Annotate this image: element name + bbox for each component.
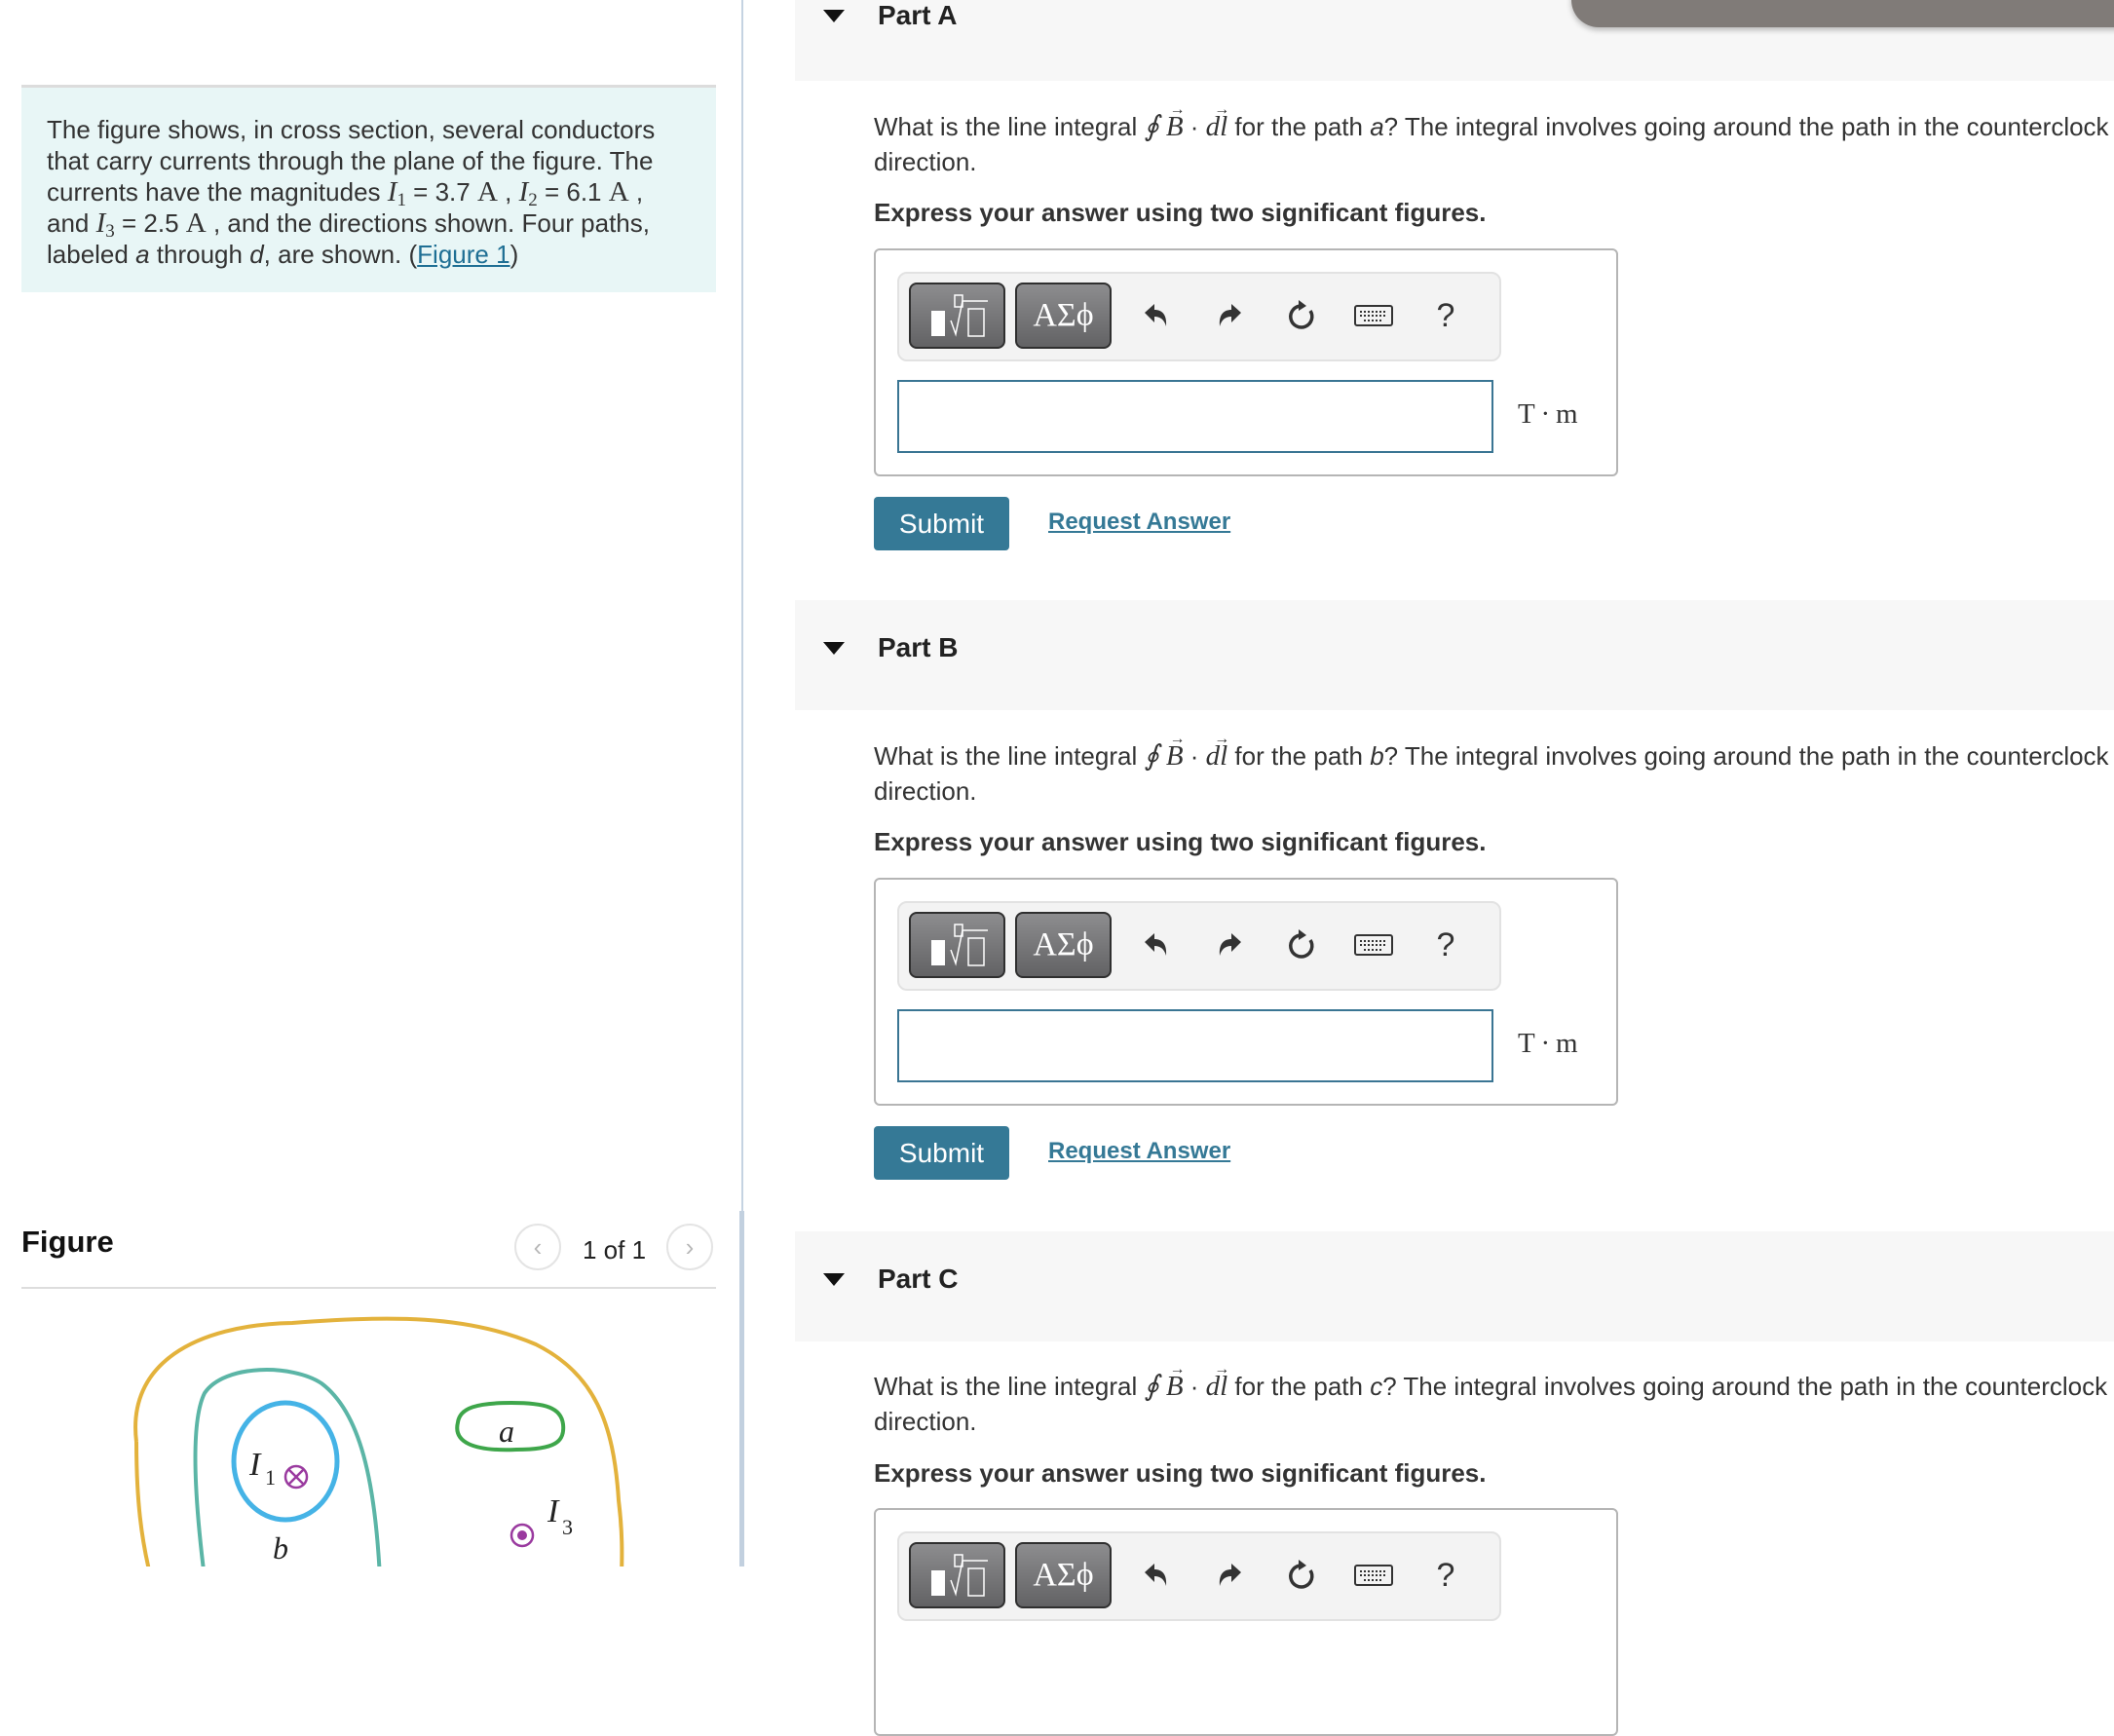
intro-line: The figure shows, in cross section, seve… (47, 115, 656, 144)
part-c-instruction: Express your answer using two significan… (874, 1458, 1487, 1488)
redo-icon[interactable] (1208, 1553, 1253, 1598)
problem-intro-box: The figure shows, in cross section, seve… (21, 85, 716, 292)
part-a-question-line2: direction. (874, 147, 977, 176)
label-I1: I (248, 1447, 262, 1483)
chevron-right-icon: › (685, 1231, 695, 1262)
intro-line: currents have the magnitudes I1 = 3.7 A … (47, 176, 644, 210)
path-outer-left (134, 1441, 151, 1566)
collapse-triangle-icon (823, 1273, 845, 1286)
part-c-label: Part C (878, 1264, 959, 1294)
reset-icon[interactable] (1279, 293, 1324, 338)
fraction-root-template-icon (930, 1554, 988, 1597)
part-b-unit: T · m (1518, 1028, 1578, 1059)
part-a-label: Part A (878, 0, 958, 30)
current-I3: I3 (95, 208, 115, 242)
math-toolbar: ΑΣϕ ? (897, 901, 1501, 991)
label-path-b: b (273, 1530, 288, 1566)
templates-button[interactable] (909, 1542, 1005, 1608)
figure-divider (21, 1287, 716, 1289)
problem-intro-text: The figure shows, in cross section, seve… (47, 114, 699, 270)
tooltip-banner (1571, 0, 2114, 27)
templates-button[interactable] (909, 283, 1005, 349)
redo-icon[interactable] (1208, 293, 1253, 338)
keyboard-icon[interactable] (1351, 923, 1396, 967)
part-b-question-line2: direction. (874, 776, 977, 806)
keyboard-icon[interactable] (1351, 1553, 1396, 1598)
part-a-submit-button[interactable]: Submit (874, 497, 1009, 550)
part-a-request-answer-link[interactable]: Request Answer (1048, 509, 1230, 536)
reset-icon[interactable] (1279, 923, 1324, 967)
fraction-root-template-icon (930, 924, 988, 966)
part-a-answer-input[interactable] (897, 380, 1493, 453)
chevron-left-icon: ‹ (533, 1231, 543, 1262)
undo-icon[interactable] (1133, 1553, 1178, 1598)
greek-symbols-button[interactable]: ΑΣϕ (1015, 283, 1112, 349)
help-button[interactable]: ? (1423, 1553, 1468, 1598)
intro-line: labeled a through d, are shown. (Figure … (47, 240, 519, 269)
svg-text:1: 1 (265, 1465, 276, 1490)
intro-line: and I3 = 2.5 A , and the directions show… (47, 208, 650, 242)
part-c-answer-box: ΑΣϕ ? (874, 1508, 1618, 1736)
undo-icon[interactable] (1133, 293, 1178, 338)
figure-counter: 1 of 1 (583, 1235, 647, 1264)
label-I3: I (547, 1493, 560, 1529)
part-a-question: What is the line integral ∮ B · dl for t… (874, 93, 2114, 144)
part-c-header[interactable]: Part C (795, 1231, 2114, 1341)
math-toolbar: ΑΣϕ ? (897, 272, 1501, 361)
reset-icon[interactable] (1279, 1553, 1324, 1598)
greek-symbols-button[interactable]: ΑΣϕ (1015, 912, 1112, 978)
part-b-answer-box: ΑΣϕ ? T · m (874, 878, 1618, 1106)
part-b-answer-input[interactable] (897, 1009, 1493, 1082)
figure-title: Figure (21, 1225, 114, 1259)
templates-button[interactable] (909, 912, 1005, 978)
help-button[interactable]: ? (1423, 923, 1468, 967)
redo-icon[interactable] (1208, 923, 1253, 967)
part-b-instruction: Express your answer using two significan… (874, 827, 1487, 856)
figure-prev-button[interactable]: ‹ (514, 1224, 561, 1270)
part-b-request-answer-link[interactable]: Request Answer (1048, 1138, 1230, 1165)
collapse-triangle-icon (823, 642, 845, 655)
part-c-question: What is the line integral ∮ B · dl for t… (874, 1352, 2114, 1404)
intro-line: that carry currents through the plane of… (47, 146, 654, 175)
part-b-label: Part B (878, 632, 959, 662)
figure-1-link[interactable]: Figure 1 (417, 240, 510, 269)
part-b-header[interactable]: Part B (795, 600, 2114, 710)
help-button[interactable]: ? (1423, 293, 1468, 338)
part-a-answer-box: ΑΣϕ ? T · m (874, 248, 1618, 476)
panel-scrollbar-handle[interactable] (739, 1211, 744, 1566)
label-path-a: a (499, 1414, 514, 1449)
current-I1: I1 (387, 176, 406, 210)
part-a-unit: T · m (1518, 398, 1578, 430)
figure-diagram: I 1 a I 3 b (133, 1316, 624, 1566)
keyboard-icon[interactable] (1351, 293, 1396, 338)
collapse-triangle-icon (823, 10, 845, 22)
part-b-submit-button[interactable]: Submit (874, 1126, 1009, 1180)
current-I2: I2 (518, 176, 538, 210)
greek-symbols-button[interactable]: ΑΣϕ (1015, 1542, 1112, 1608)
math-toolbar: ΑΣϕ ? (897, 1531, 1501, 1621)
part-c-question-line2: direction. (874, 1407, 977, 1436)
part-a-instruction: Express your answer using two significan… (874, 198, 1487, 227)
fraction-root-template-icon (930, 294, 988, 337)
undo-icon[interactable] (1133, 923, 1178, 967)
part-b-question: What is the line integral ∮ B · dl for t… (874, 722, 2114, 774)
figure-next-button[interactable]: › (666, 1224, 713, 1270)
svg-text:3: 3 (562, 1515, 573, 1539)
